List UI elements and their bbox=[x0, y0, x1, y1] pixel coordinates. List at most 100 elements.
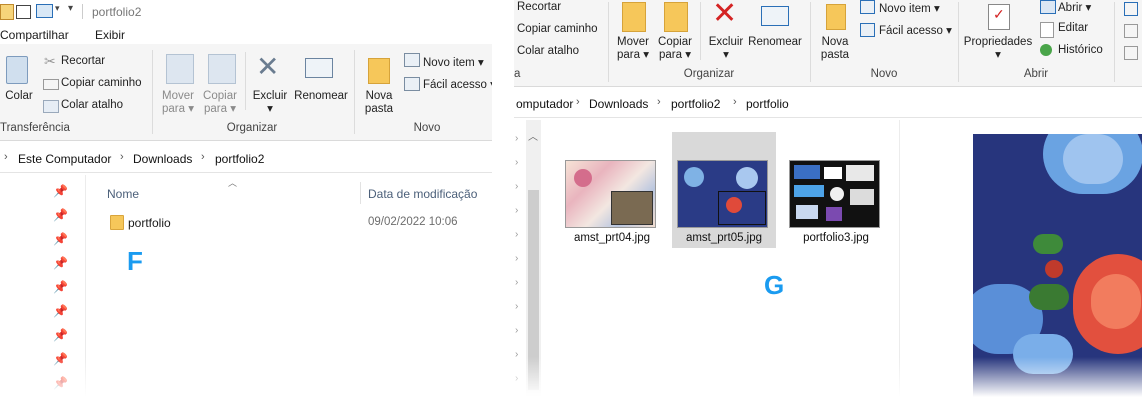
group-label-clipboard: a bbox=[514, 68, 521, 80]
window-gap bbox=[492, 0, 514, 397]
overlay-letter-g: G bbox=[764, 270, 785, 300]
move-to-label-1: Mover bbox=[162, 90, 194, 102]
customize-toolbar-icon[interactable]: ▾ bbox=[68, 3, 73, 14]
scroll-up-icon[interactable]: ︿ bbox=[528, 128, 538, 143]
paste-shortcut-button[interactable]: Colar atalho bbox=[517, 45, 579, 57]
address-bar[interactable]: omputador › Downloads › portfolio2 › por… bbox=[514, 90, 1142, 118]
cut-button[interactable]: Recortar bbox=[517, 1, 561, 13]
breadcrumb-item[interactable]: portfolio bbox=[746, 97, 789, 111]
flower-icon bbox=[736, 167, 758, 189]
breadcrumb-item[interactable]: Este Computador bbox=[18, 152, 111, 166]
rename-button[interactable]: Renomear bbox=[747, 36, 803, 49]
column-header-name[interactable]: Nome bbox=[107, 187, 139, 201]
breadcrumb-item[interactable]: Downloads bbox=[133, 152, 192, 166]
group-label-clipboard: Transferência bbox=[0, 122, 70, 134]
select-all-icon[interactable] bbox=[1124, 2, 1138, 16]
file-name: portfolio3.jpg bbox=[803, 232, 869, 244]
navigation-pane: › › › › › › › › › › › ︿ bbox=[514, 120, 544, 397]
easy-access-button[interactable]: Fácil acesso ▾ bbox=[879, 23, 952, 37]
pin-icon[interactable]: 📌 bbox=[53, 328, 68, 342]
pin-icon[interactable]: › bbox=[515, 253, 518, 264]
cut-button[interactable]: Recortar bbox=[61, 55, 105, 67]
move-to-button[interactable]: Mover para ▾ bbox=[614, 36, 652, 62]
select-none-icon[interactable] bbox=[1124, 24, 1138, 38]
new-folder-button[interactable]: Nova pasta bbox=[816, 36, 854, 62]
invert-selection-icon[interactable] bbox=[1124, 46, 1138, 60]
new-folder-icon bbox=[368, 58, 390, 84]
leaf-shape bbox=[1029, 284, 1069, 310]
copy-to-button[interactable]: Copiar para ▾ bbox=[199, 90, 241, 116]
chevron-down-icon[interactable]: ▾ bbox=[55, 3, 60, 14]
copy-to-icon bbox=[208, 54, 236, 84]
paste-shortcut-button[interactable]: Colar atalho bbox=[61, 99, 123, 111]
copy-to-label-1: Copiar bbox=[658, 36, 692, 48]
easy-access-icon bbox=[404, 77, 420, 91]
new-folder-button[interactable]: Nova pasta bbox=[360, 90, 398, 116]
pin-icon[interactable]: › bbox=[515, 205, 518, 216]
view-icon[interactable] bbox=[36, 4, 53, 18]
bottom-fade bbox=[0, 357, 492, 397]
delete-button[interactable]: Excluir ▾ bbox=[706, 36, 746, 62]
photo-inset bbox=[718, 191, 766, 225]
scrollbar[interactable]: ︿ bbox=[526, 120, 541, 397]
paste-button[interactable]: Colar bbox=[2, 90, 36, 103]
pin-icon[interactable]: › bbox=[515, 229, 518, 240]
breadcrumb-item[interactable]: Downloads bbox=[589, 97, 648, 111]
pin-icon[interactable]: 📌 bbox=[53, 256, 68, 270]
breadcrumb-item[interactable]: portfolio2 bbox=[671, 97, 720, 111]
group-label-organize: Organizar bbox=[683, 68, 735, 80]
file-date: 09/02/2022 10:06 bbox=[368, 216, 458, 228]
new-item-icon bbox=[860, 0, 875, 14]
tab-share[interactable]: Compartilhar bbox=[0, 28, 69, 42]
pin-icon[interactable]: 📌 bbox=[53, 280, 68, 294]
move-to-button[interactable]: Mover para ▾ bbox=[158, 90, 198, 116]
new-item-label: Novo item bbox=[423, 57, 475, 69]
copy-to-button[interactable]: Copiar para ▾ bbox=[655, 36, 695, 62]
open-button[interactable]: Abrir ▾ bbox=[1058, 0, 1091, 14]
new-item-button[interactable]: Novo item ▾ bbox=[423, 55, 484, 69]
delete-icon: ✕ bbox=[256, 51, 280, 82]
copy-path-icon bbox=[43, 79, 59, 90]
file-tile-selected[interactable]: amst_prt05.jpg bbox=[672, 132, 776, 248]
copy-path-button[interactable]: Copiar caminho bbox=[61, 77, 142, 89]
pin-icon[interactable]: › bbox=[515, 301, 518, 312]
chevron-right-icon: › bbox=[657, 96, 661, 108]
open-label: Abrir bbox=[1058, 2, 1083, 14]
file-row[interactable]: portfolio 09/02/2022 10:06 bbox=[100, 210, 492, 234]
rename-button[interactable]: Renomear bbox=[294, 90, 348, 103]
tab-view[interactable]: Exibir bbox=[95, 28, 125, 42]
new-item-button[interactable]: Novo item ▾ bbox=[879, 1, 940, 15]
pin-icon[interactable]: › bbox=[515, 157, 518, 168]
breadcrumb-item[interactable]: omputador bbox=[516, 97, 573, 111]
chevron-right-icon: › bbox=[4, 151, 8, 163]
file-tile[interactable]: amst_prt04.jpg bbox=[560, 132, 664, 248]
copy-to-label-2: para bbox=[204, 103, 228, 115]
breadcrumb-item[interactable]: portfolio2 bbox=[215, 152, 264, 166]
copy-path-button[interactable]: Copiar caminho bbox=[517, 23, 598, 35]
sticker-icon bbox=[796, 205, 818, 219]
sticker-icon bbox=[794, 185, 824, 197]
pin-icon[interactable]: 📌 bbox=[53, 304, 68, 318]
edit-button[interactable]: Editar bbox=[1058, 22, 1088, 34]
pin-icon[interactable]: 📌 bbox=[53, 184, 68, 198]
ribbon-separator bbox=[608, 2, 609, 82]
properties-icon[interactable] bbox=[16, 5, 31, 19]
properties-button[interactable]: Propriedades ▾ bbox=[962, 36, 1034, 62]
pin-icon[interactable]: › bbox=[515, 277, 518, 288]
chevron-right-icon: › bbox=[576, 96, 580, 108]
column-header-date[interactable]: Data de modificação bbox=[368, 187, 477, 201]
move-to-label-2: para bbox=[617, 49, 641, 61]
pin-icon[interactable]: › bbox=[515, 181, 518, 192]
quick-access-folder-icon[interactable] bbox=[0, 4, 14, 20]
delete-button[interactable]: Excluir ▾ bbox=[250, 90, 290, 116]
history-button[interactable]: Histórico bbox=[1058, 44, 1103, 56]
pin-icon[interactable]: › bbox=[515, 325, 518, 336]
pin-icon[interactable]: › bbox=[515, 133, 518, 144]
image-thumbnail bbox=[789, 160, 880, 228]
file-tile[interactable]: portfolio3.jpg bbox=[784, 132, 888, 248]
easy-access-button[interactable]: Fácil acesso ▾ bbox=[423, 77, 492, 91]
pin-icon[interactable]: 📌 bbox=[53, 208, 68, 222]
ribbon-separator bbox=[152, 50, 153, 134]
pin-icon[interactable]: 📌 bbox=[53, 232, 68, 246]
address-bar[interactable]: › Este Computador › Downloads › portfoli… bbox=[0, 145, 492, 173]
